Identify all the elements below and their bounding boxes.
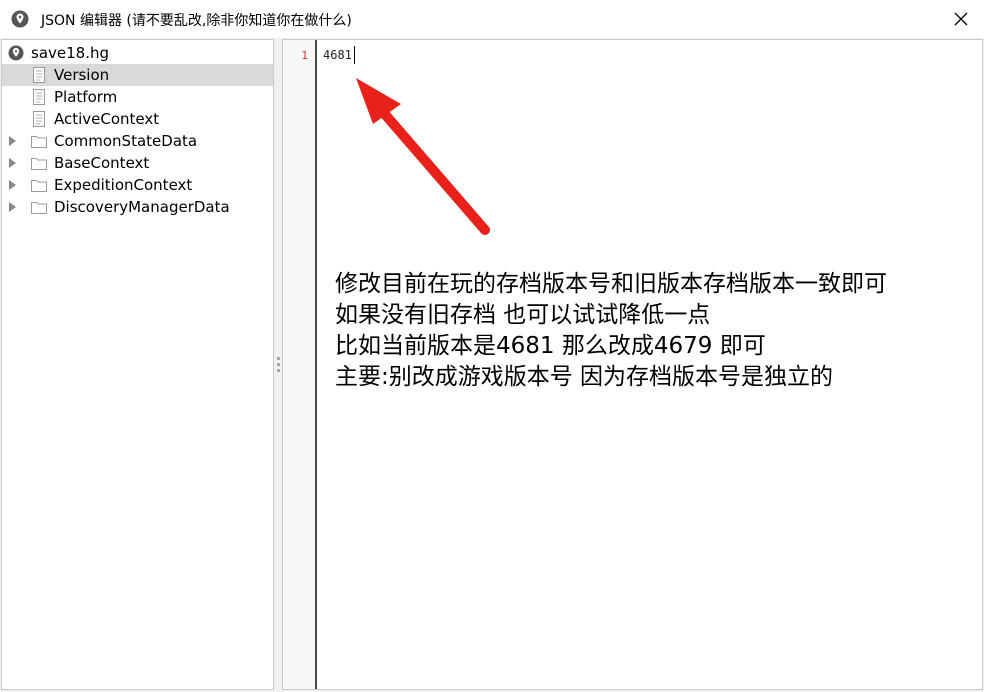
panel-splitter[interactable] (275, 39, 282, 690)
tree-item-discoverymanagerdata[interactable]: DiscoveryManagerData (2, 196, 273, 218)
expand-arrow-icon[interactable] (9, 136, 16, 146)
file-icon (33, 89, 45, 105)
tree-item-label: ExpeditionContext (54, 176, 193, 194)
line-number: 1 (301, 49, 308, 62)
splitter-grip (277, 369, 280, 372)
tree-item-expeditioncontext[interactable]: ExpeditionContext (2, 174, 273, 196)
folder-icon (31, 180, 47, 192)
folder-icon (31, 158, 47, 170)
close-button[interactable] (938, 0, 984, 38)
tree-item-platform[interactable]: Platform (2, 86, 273, 108)
tree-item-label: CommonStateData (54, 132, 198, 150)
splitter-grip (277, 357, 280, 360)
tree-item-label: ActiveContext (54, 110, 160, 128)
close-icon (954, 12, 968, 26)
tree-item-label: DiscoveryManagerData (54, 198, 230, 216)
map-pin-icon (11, 10, 29, 28)
tree-item-label: BaseContext (54, 154, 150, 172)
line-gutter: 1 (283, 40, 317, 689)
folder-icon (31, 136, 47, 148)
tree-item-version[interactable]: Version (2, 64, 273, 86)
annotation-text: 修改目前在玩的存档版本号和旧版本存档版本一致即可 如果没有旧存档 也可以试试降低… (335, 269, 887, 393)
window-title: JSON 编辑器 (请不要乱改,除非你知道你在做什么) (41, 13, 352, 29)
tree-root[interactable]: save18.hg (2, 42, 273, 64)
tree-panel: save18.hg Version Platform ActiveContext… (1, 39, 274, 690)
expand-arrow-icon[interactable] (9, 180, 16, 190)
map-pin-icon (8, 45, 24, 61)
title-bar: JSON 编辑器 (请不要乱改,除非你知道你在做什么) (0, 0, 984, 38)
code-editor[interactable]: 1 4681 修改目前在玩的存档版本号和旧版本存档版本一致即可 如果没有旧存档 … (282, 39, 983, 690)
annotation-line: 修改目前在玩的存档版本号和旧版本存档版本一致即可 (335, 271, 887, 297)
annotation-line: 比如当前版本是4681 那么改成4679 即可 (335, 333, 766, 359)
folder-icon (31, 202, 47, 214)
expand-arrow-icon[interactable] (9, 202, 16, 212)
expand-arrow-icon[interactable] (9, 158, 16, 168)
tree-item-activecontext[interactable]: ActiveContext (2, 108, 273, 130)
splitter-grip (277, 363, 280, 366)
tree-item-label: Platform (54, 88, 118, 106)
annotation-line: 主要:别改成游戏版本号 因为存档版本号是独立的 (335, 364, 834, 390)
file-icon (33, 111, 45, 127)
file-icon (33, 67, 45, 83)
annotation-line: 如果没有旧存档 也可以试试降低一点 (335, 302, 711, 328)
tree-item-label: Version (54, 66, 110, 84)
tree-item-commonstatedata[interactable]: CommonStateData (2, 130, 273, 152)
tree-item-basecontext[interactable]: BaseContext (2, 152, 273, 174)
red-arrow-annotation (356, 78, 490, 235)
tree-root-label: save18.hg (31, 44, 109, 62)
